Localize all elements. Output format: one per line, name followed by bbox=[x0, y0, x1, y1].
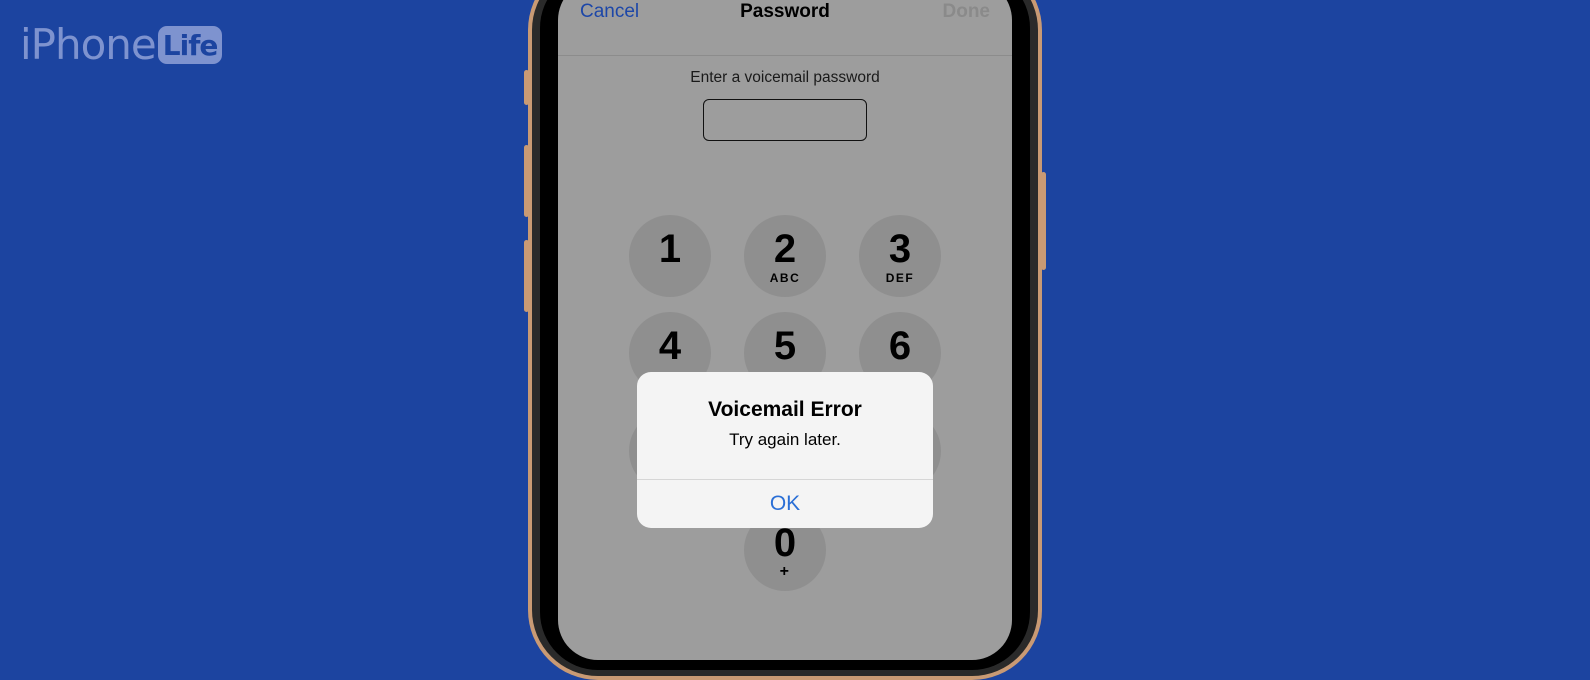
password-prompt: Enter a voicemail password bbox=[690, 69, 880, 86]
voicemail-error-alert: Voicemail Error Try again later. OK bbox=[637, 372, 933, 528]
key-digit: 6 bbox=[888, 324, 912, 368]
key-letters: ABC bbox=[769, 271, 801, 285]
volume-up-button bbox=[524, 145, 529, 217]
key-digit: 0 bbox=[773, 521, 797, 565]
key-digit: 1 bbox=[658, 227, 682, 271]
done-button[interactable]: Done bbox=[943, 0, 991, 24]
key-digit: 5 bbox=[773, 324, 797, 368]
power-button bbox=[1041, 172, 1046, 270]
key-letters: DEF bbox=[885, 271, 915, 285]
key-2[interactable]: 2 ABC bbox=[744, 215, 826, 297]
iphonelife-logo: iPhone Life bbox=[20, 20, 223, 69]
logo-wordmark: iPhone bbox=[20, 20, 157, 69]
key-1[interactable]: 1 bbox=[629, 215, 711, 297]
cancel-button[interactable]: Cancel bbox=[580, 0, 639, 24]
navigation-bar: Password Cancel Done bbox=[558, 0, 1012, 56]
logo-badge: Life bbox=[157, 26, 223, 64]
password-input[interactable] bbox=[703, 99, 867, 141]
key-digit: 3 bbox=[888, 227, 912, 271]
alert-title: Voicemail Error bbox=[708, 398, 862, 421]
key-digit: 4 bbox=[658, 324, 682, 368]
volume-down-button bbox=[524, 240, 529, 312]
ok-button[interactable]: OK bbox=[637, 480, 933, 528]
phone-screen: Password Cancel Done Enter a voicemail p… bbox=[558, 0, 1012, 660]
key-3[interactable]: 3 DEF bbox=[859, 215, 941, 297]
alert-message: Try again later. bbox=[729, 430, 841, 449]
key-digit: 2 bbox=[773, 227, 797, 271]
key-letters: + bbox=[779, 563, 791, 580]
mute-switch bbox=[524, 70, 529, 105]
